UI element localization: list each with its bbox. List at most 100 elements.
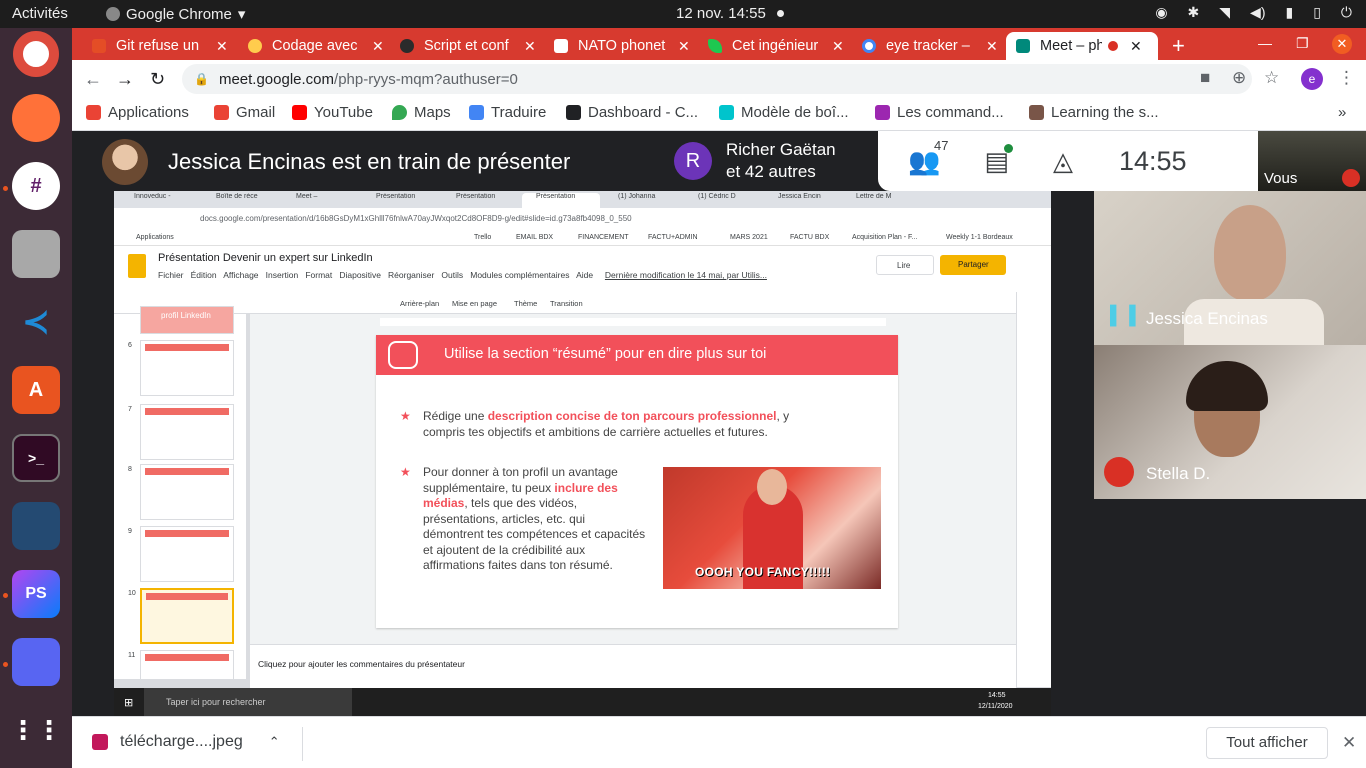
windows-taskbar: ⊞ Taper ici pour rechercher 14:55 12/11/…: [114, 688, 1051, 716]
browser-tab[interactable]: Cet ingénieur ✕: [698, 32, 848, 60]
zoom-icon[interactable]: ⊕: [1232, 68, 1246, 88]
discord-tray-icon[interactable]: ◉: [1155, 4, 1167, 21]
bookmark-item[interactable]: Maps: [392, 104, 451, 121]
slide-number: 7: [128, 406, 132, 413]
slide-number: 10: [128, 590, 136, 597]
maximize-button[interactable]: ❐: [1296, 35, 1309, 52]
chevron-up-icon[interactable]: ⌃: [269, 734, 280, 750]
last-edit: Dernière modification le 14 mai, par Uti…: [604, 270, 767, 280]
tab-close-icon[interactable]: ✕: [216, 38, 228, 55]
taskbar-search: Taper ici pour rechercher: [144, 688, 352, 716]
bookmark-item[interactable]: Traduire: [469, 104, 546, 121]
brand-logo-icon: [388, 341, 418, 369]
participant-name: Jessica Encinas: [1146, 309, 1268, 328]
app-menu[interactable]: Google Chrome ▾: [106, 5, 245, 23]
menu-kebab-icon[interactable]: ⋮: [1338, 68, 1355, 88]
download-item[interactable]: télécharge....jpeg ⌃: [92, 733, 280, 751]
shared-bookmark: Applications: [136, 234, 174, 241]
new-tab-button[interactable]: +: [1172, 33, 1185, 59]
show-all-downloads-button[interactable]: Tout afficher: [1206, 727, 1328, 759]
tab-close-icon[interactable]: ✕: [524, 38, 536, 55]
tab-close-icon[interactable]: ✕: [832, 38, 844, 55]
chat-icon[interactable]: ▤: [984, 143, 1014, 177]
close-window-button[interactable]: ✕: [1332, 34, 1352, 54]
files-dock-icon[interactable]: [12, 230, 60, 278]
activities-button[interactable]: Activités: [12, 5, 68, 22]
reload-button[interactable]: ↻: [150, 69, 165, 90]
browser-tab-active[interactable]: Meet – ph ✕: [1006, 32, 1158, 60]
show-apps-icon[interactable]: ⋮⋮: [10, 706, 62, 754]
forward-button[interactable]: →: [116, 69, 134, 90]
bookmark-item[interactable]: Modèle de boî...: [719, 104, 849, 121]
share-button: Partager: [940, 255, 1006, 275]
thumb-header: [145, 408, 229, 415]
back-button[interactable]: ←: [84, 69, 102, 90]
browser-tab[interactable]: Codage avec ✕: [238, 32, 388, 60]
terminal-dock-icon[interactable]: >_: [12, 434, 60, 482]
shared-address-bar: docs.google.com/presentation/d/16b8GsDyM…: [114, 208, 1051, 229]
vscode-dock-icon[interactable]: ≺: [12, 298, 60, 346]
slack-tray-icon[interactable]: ✱: [1188, 4, 1200, 21]
notification-dot: [777, 10, 784, 17]
firefox-dock-icon[interactable]: [12, 94, 60, 142]
tab-close-icon[interactable]: ✕: [372, 38, 384, 55]
bookmark-item[interactable]: Dashboard - C...: [566, 104, 698, 121]
mysql-workbench-dock-icon[interactable]: [12, 502, 60, 550]
meet-favicon: [1016, 39, 1030, 53]
bookmark-item[interactable]: YouTube: [292, 104, 373, 121]
more-bookmarks-icon[interactable]: »: [1338, 104, 1346, 121]
microphone-icon[interactable]: ▮: [1285, 4, 1293, 21]
slide-thumbnail: [140, 464, 234, 520]
participant-tile[interactable]: ▌▐ Jessica Encinas: [1094, 191, 1366, 345]
software-center-dock-icon[interactable]: A: [12, 366, 60, 414]
browser-tab[interactable]: NATO phonet ✕: [544, 32, 694, 60]
clock[interactable]: 12 nov. 14:55: [676, 5, 766, 22]
bookmark-star-icon[interactable]: ☆: [1264, 68, 1279, 88]
lock-icon[interactable]: 🔒: [194, 72, 209, 86]
bookmark-item[interactable]: Gmail: [214, 104, 275, 121]
wifi-icon[interactable]: ◥: [1219, 4, 1230, 21]
tab-close-icon[interactable]: ✕: [1130, 38, 1142, 55]
browser-tab[interactable]: eye tracker – ✕: [852, 32, 1002, 60]
camera-icon[interactable]: ■: [1200, 68, 1210, 88]
commands-icon: [875, 105, 890, 120]
running-indicator: [3, 593, 8, 598]
system-tray[interactable]: ◉ ✱ ◥ ◀) ▮ ▯ ⏻: [1155, 4, 1352, 21]
bookmark-label: Learning the s...: [1051, 104, 1159, 121]
shared-bookmark: Acquisition Plan - F...: [852, 234, 918, 241]
close-download-bar-icon[interactable]: ✕: [1342, 733, 1356, 753]
chrome-dock-icon[interactable]: [13, 31, 59, 77]
battery-icon[interactable]: ▯: [1313, 4, 1321, 21]
phpstorm-dock-icon[interactable]: PS: [12, 570, 60, 618]
participant-tile[interactable]: Stella D.: [1094, 345, 1366, 499]
mic-off-icon: [1342, 169, 1360, 187]
menu-item: Outils: [441, 270, 464, 280]
participant-group-tile[interactable]: R Richer Gaëtan et 42 autres: [662, 131, 878, 191]
activities-icon[interactable]: ◬: [1053, 146, 1073, 177]
people-icon[interactable]: 👥 47: [908, 138, 948, 177]
bookmark-item[interactable]: Applications: [86, 104, 189, 121]
shared-tab: Jessica Encin: [778, 193, 821, 200]
bookmark-label: YouTube: [314, 104, 373, 121]
bookmark-item[interactable]: Les command...: [875, 104, 1004, 121]
browser-tab[interactable]: Git refuse un ✕: [82, 32, 232, 60]
thumb-header: [145, 654, 229, 661]
slack-dock-icon[interactable]: #: [12, 162, 60, 210]
menu-item: Aide: [576, 270, 594, 280]
google-favicon: [862, 39, 876, 53]
power-icon[interactable]: ⏻: [1341, 4, 1352, 21]
address-bar[interactable]: 🔒 meet.google.com /php-ryys-mqm?authuser…: [182, 64, 1252, 94]
tab-close-icon[interactable]: ✕: [986, 38, 998, 55]
gmail-icon: [214, 105, 229, 120]
bookmark-item[interactable]: Learning the s...: [1029, 104, 1159, 121]
tab-close-icon[interactable]: ✕: [678, 38, 690, 55]
self-view-tile[interactable]: Vous: [1258, 131, 1366, 191]
volume-icon[interactable]: ◀): [1250, 4, 1265, 21]
profile-avatar[interactable]: e: [1301, 68, 1323, 90]
browser-tab[interactable]: Script et conf ✕: [390, 32, 540, 60]
discord-dock-icon[interactable]: [12, 638, 60, 686]
presenter-text: Jessica Encinas est en train de présente…: [168, 149, 571, 174]
participant-name: Stella D.: [1146, 464, 1211, 483]
minimize-button[interactable]: —: [1258, 35, 1272, 51]
caret-down-icon: ▾: [237, 6, 246, 23]
